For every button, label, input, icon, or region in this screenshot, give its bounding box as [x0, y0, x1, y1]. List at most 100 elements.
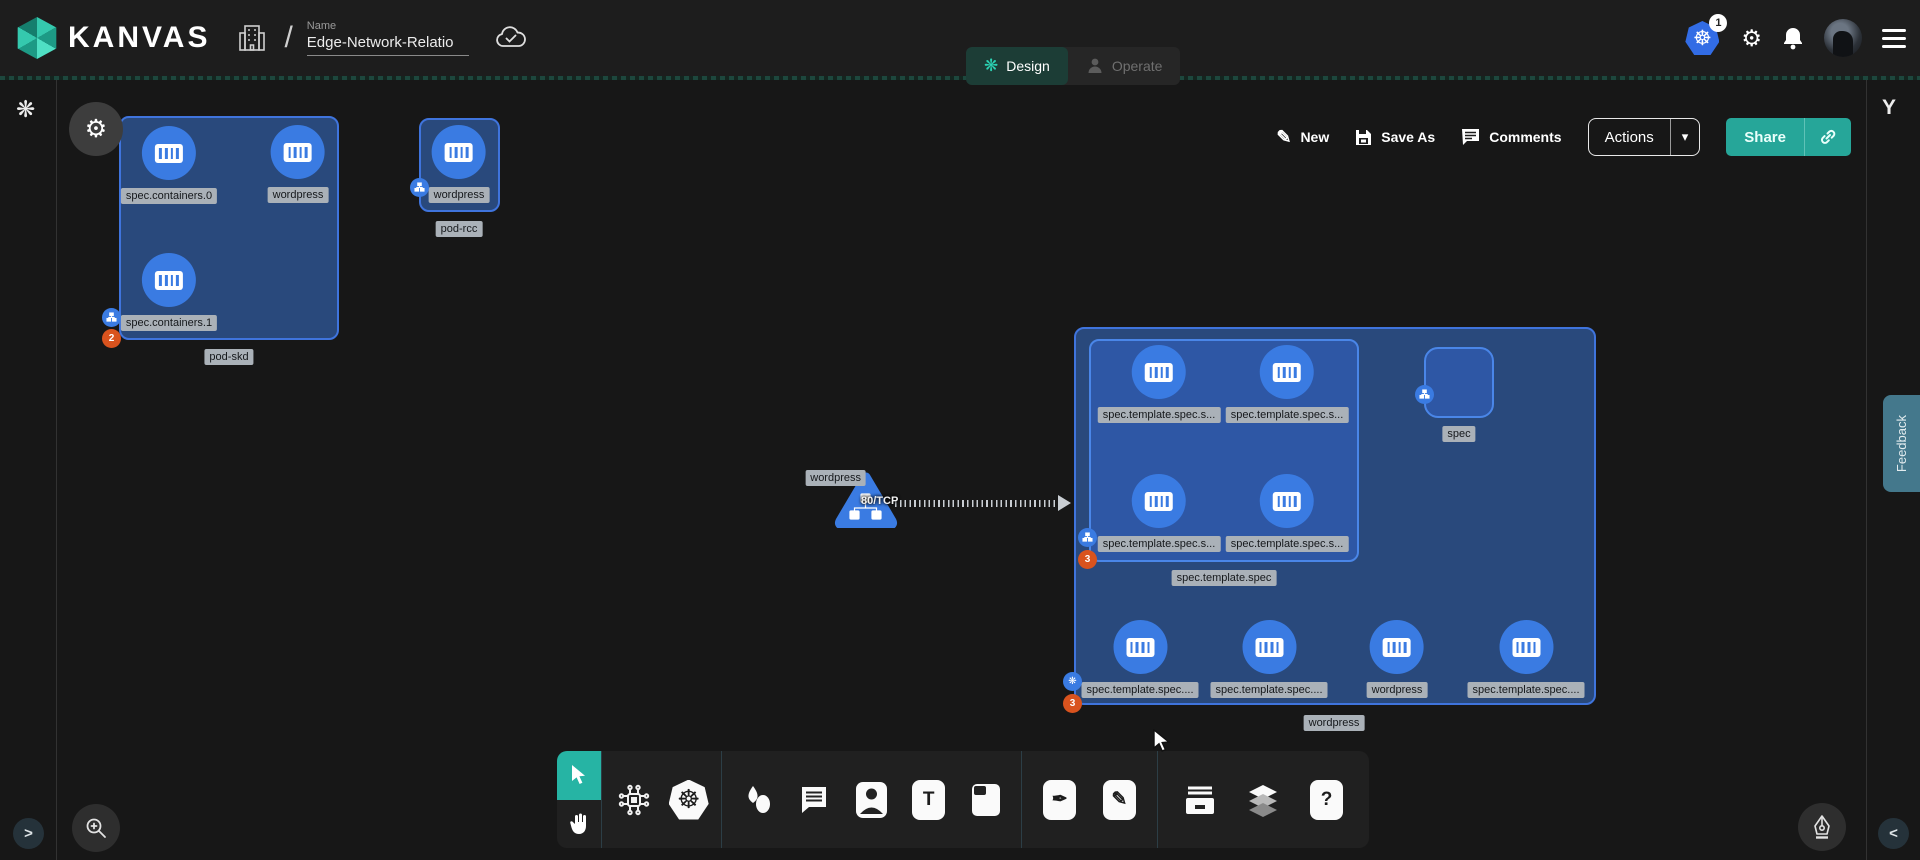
share-label[interactable]: Share	[1726, 118, 1805, 156]
zoom-in-button[interactable]	[72, 804, 120, 852]
node-label: spec.template.spec.s...	[1098, 407, 1221, 423]
meshery-spinner-icon[interactable]: ❋	[16, 96, 35, 123]
actions-caret-icon[interactable]: ▾	[1671, 119, 1700, 155]
collapse-right-panel-button[interactable]: <	[1878, 818, 1909, 849]
k8s-context-button[interactable]: ☸ 1	[1685, 21, 1721, 55]
annotation-tools: T	[721, 751, 1021, 848]
group-label-spec-template-spec: spec.template.spec	[1172, 570, 1277, 586]
container-icon	[271, 125, 325, 179]
drawer-tool-button[interactable]	[1178, 765, 1222, 835]
share-split-button[interactable]: Share	[1726, 118, 1851, 156]
error-count-badge[interactable]: 3	[1078, 550, 1097, 569]
actions-label[interactable]: Actions	[1589, 119, 1671, 155]
new-button[interactable]: ✎ New	[1276, 127, 1329, 148]
floppy-icon	[1355, 129, 1372, 146]
layers-icon	[1245, 782, 1281, 818]
node-spec[interactable]	[1424, 347, 1494, 418]
freehand-tool-button[interactable]: ✎	[1097, 765, 1141, 835]
pod-badge-icon[interactable]	[102, 308, 121, 327]
shapes-tool-button[interactable]	[735, 765, 779, 835]
pod-badge-icon[interactable]	[1415, 385, 1434, 404]
copy-link-icon[interactable]	[1805, 118, 1851, 156]
container-icon	[1113, 620, 1167, 674]
edge-port-label: 80/TCP	[861, 495, 898, 507]
expand-left-panel-button[interactable]: >	[13, 818, 44, 849]
node-container[interactable]: spec.template.spec.s...	[1226, 474, 1349, 552]
breadcrumb-slash: /	[284, 21, 292, 55]
note-tool-button[interactable]	[964, 765, 1008, 835]
image-icon	[855, 781, 888, 819]
tab-design[interactable]: ❋ Design	[966, 47, 1068, 85]
comments-button[interactable]: Comments	[1461, 128, 1561, 146]
logo[interactable]: KANVAS	[16, 17, 210, 59]
comment-tool-button[interactable]	[792, 765, 836, 835]
actions-split-button[interactable]: Actions ▾	[1588, 118, 1701, 156]
feedback-tab[interactable]: Feedback	[1883, 395, 1920, 492]
help-tool-button[interactable]: ?	[1305, 765, 1349, 835]
node-label: wordpress	[268, 187, 329, 203]
node-container[interactable]: wordpress	[268, 125, 329, 203]
node-container[interactable]: spec.containers.0	[121, 126, 217, 204]
node-container[interactable]: spec.containers.1	[121, 253, 217, 331]
kubernetes-tool-button[interactable]: ☸	[667, 765, 711, 835]
pencil-icon: ✎	[1276, 127, 1291, 148]
user-avatar[interactable]	[1824, 19, 1862, 57]
text-tool-button[interactable]: T	[907, 765, 951, 835]
pan-tool-button[interactable]	[557, 800, 601, 849]
deployment-badge-icon[interactable]: ❋	[1063, 672, 1082, 691]
tab-operate-label: Operate	[1112, 58, 1163, 74]
save-as-button[interactable]: Save As	[1355, 129, 1435, 146]
group-settings-button[interactable]: ⚙	[69, 102, 123, 156]
pen-icon: ✒	[1043, 780, 1076, 820]
node-container[interactable]: wordpress	[1367, 620, 1428, 698]
pod-badge-icon[interactable]	[1078, 528, 1097, 547]
pen-nib-icon	[1810, 814, 1834, 840]
hamburger-menu-icon[interactable]	[1882, 29, 1906, 48]
left-rail	[0, 80, 57, 860]
error-count-badge[interactable]: 3	[1063, 694, 1082, 713]
kanvas-logo-icon	[16, 17, 58, 59]
notifications-bell-icon[interactable]	[1782, 26, 1804, 50]
node-container[interactable]: spec.template.spec....	[1082, 620, 1199, 698]
pen-mode-button[interactable]	[1798, 803, 1846, 851]
drawer-icon	[1182, 782, 1218, 818]
container-icon	[142, 253, 196, 307]
node-label: spec.template.spec....	[1211, 682, 1328, 698]
note-icon	[970, 782, 1002, 818]
chip-icon	[616, 782, 652, 818]
pen-tool-button[interactable]: ✒	[1038, 765, 1082, 835]
node-container[interactable]: wordpress	[429, 125, 490, 203]
node-container[interactable]: spec.template.spec....	[1211, 620, 1328, 698]
header: KANVAS / Name ☸ 1 ⚙	[0, 0, 1920, 76]
error-count-badge[interactable]: 2	[102, 329, 121, 348]
container-icon	[1370, 620, 1424, 674]
name-label: Name	[307, 20, 469, 32]
node-container[interactable]: spec.template.spec....	[1468, 620, 1585, 698]
logo-text: KANVAS	[68, 21, 210, 55]
node-container[interactable]: spec.template.spec.s...	[1098, 474, 1221, 552]
pod-badge-icon[interactable]	[410, 178, 429, 197]
components-tool-button[interactable]	[612, 765, 656, 835]
edge-service-to-deployment[interactable]	[895, 500, 1061, 507]
action-bar: ✎ New Save As Comments Actions ▾ Share	[1276, 118, 1851, 156]
layers-tool-button[interactable]	[1241, 765, 1285, 835]
container-icon	[1499, 620, 1553, 674]
node-container[interactable]: spec.template.spec.s...	[1098, 345, 1221, 423]
media-tool-button[interactable]	[849, 765, 893, 835]
container-icon	[432, 125, 486, 179]
shapes-icon	[740, 783, 774, 817]
organization-icon[interactable]	[238, 23, 266, 53]
tab-operate[interactable]: Operate	[1068, 47, 1181, 85]
container-icon	[1260, 474, 1314, 528]
edge-arrowhead	[1058, 495, 1071, 511]
views-y-icon[interactable]: Y	[1882, 96, 1896, 120]
design-name-input[interactable]	[307, 34, 469, 56]
node-label: wordpress	[805, 470, 866, 486]
node-container[interactable]: spec.template.spec.s...	[1226, 345, 1349, 423]
settings-gear-icon[interactable]: ⚙	[1741, 27, 1762, 50]
container-icon	[1132, 474, 1186, 528]
feedback-label: Feedback	[1894, 415, 1909, 472]
comment-icon	[1461, 128, 1480, 146]
select-tool-button[interactable]	[557, 751, 601, 800]
drawing-tools: ✒ ✎	[1021, 751, 1157, 848]
